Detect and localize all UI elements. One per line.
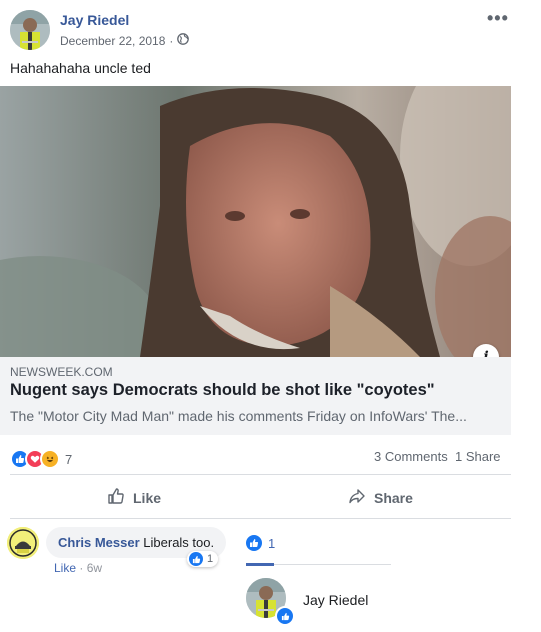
reactions-tab-count: 1 bbox=[268, 535, 276, 551]
shares-count[interactable]: 1 Share bbox=[455, 449, 501, 464]
commenter-name[interactable]: Chris Messer bbox=[58, 535, 140, 550]
share-button[interactable]: Share bbox=[348, 487, 413, 508]
post-text: Hahahahaha uncle ted bbox=[10, 60, 151, 76]
reactions-tab-like[interactable]: 1 bbox=[246, 535, 275, 551]
share-arrow-icon bbox=[348, 487, 366, 508]
commenter-avatar[interactable] bbox=[7, 527, 39, 559]
comment-actions: Like · 6w bbox=[54, 561, 102, 575]
more-options-icon[interactable]: ••• bbox=[487, 8, 509, 29]
link-title[interactable]: Nugent says Democrats should be shot lik… bbox=[10, 381, 435, 400]
globe-icon bbox=[177, 33, 190, 48]
like-icon bbox=[275, 606, 295, 626]
like-button[interactable]: Like bbox=[107, 487, 161, 508]
reaction-count: 7 bbox=[65, 451, 73, 467]
author-avatar[interactable] bbox=[10, 10, 50, 50]
like-icon bbox=[246, 535, 262, 551]
divider bbox=[10, 518, 511, 519]
comment-time[interactable]: 6w bbox=[87, 561, 102, 575]
comment-reaction-count[interactable]: 1 bbox=[187, 551, 219, 567]
haha-icon bbox=[40, 449, 60, 469]
reactions-summary[interactable]: 7 bbox=[10, 449, 72, 469]
like-icon bbox=[189, 552, 203, 566]
comments-count[interactable]: 3 Comments bbox=[374, 449, 448, 464]
link-description: The "Motor City Mad Man" made his commen… bbox=[10, 408, 467, 424]
comment-separator: · bbox=[79, 561, 84, 575]
thumbs-up-icon bbox=[107, 487, 125, 508]
comment-like-link[interactable]: Like bbox=[54, 561, 76, 575]
divider bbox=[10, 474, 511, 475]
link-source: NEWSWEEK.COM bbox=[10, 365, 113, 379]
meta-separator: · bbox=[169, 33, 174, 48]
link-preview-image[interactable] bbox=[0, 86, 511, 357]
tab-divider bbox=[274, 564, 391, 565]
post-date[interactable]: December 22, 2018 bbox=[60, 34, 165, 48]
active-tab-indicator bbox=[246, 563, 274, 566]
share-button-label: Share bbox=[374, 489, 413, 506]
comment-like-count: 1 bbox=[207, 553, 214, 565]
reactor-name[interactable]: Jay Riedel bbox=[303, 592, 368, 608]
comment-text: Liberals too. bbox=[143, 535, 215, 550]
post-meta: December 22, 2018 · bbox=[60, 33, 190, 48]
like-button-label: Like bbox=[133, 489, 162, 506]
post-author[interactable]: Jay Riedel bbox=[60, 12, 129, 28]
